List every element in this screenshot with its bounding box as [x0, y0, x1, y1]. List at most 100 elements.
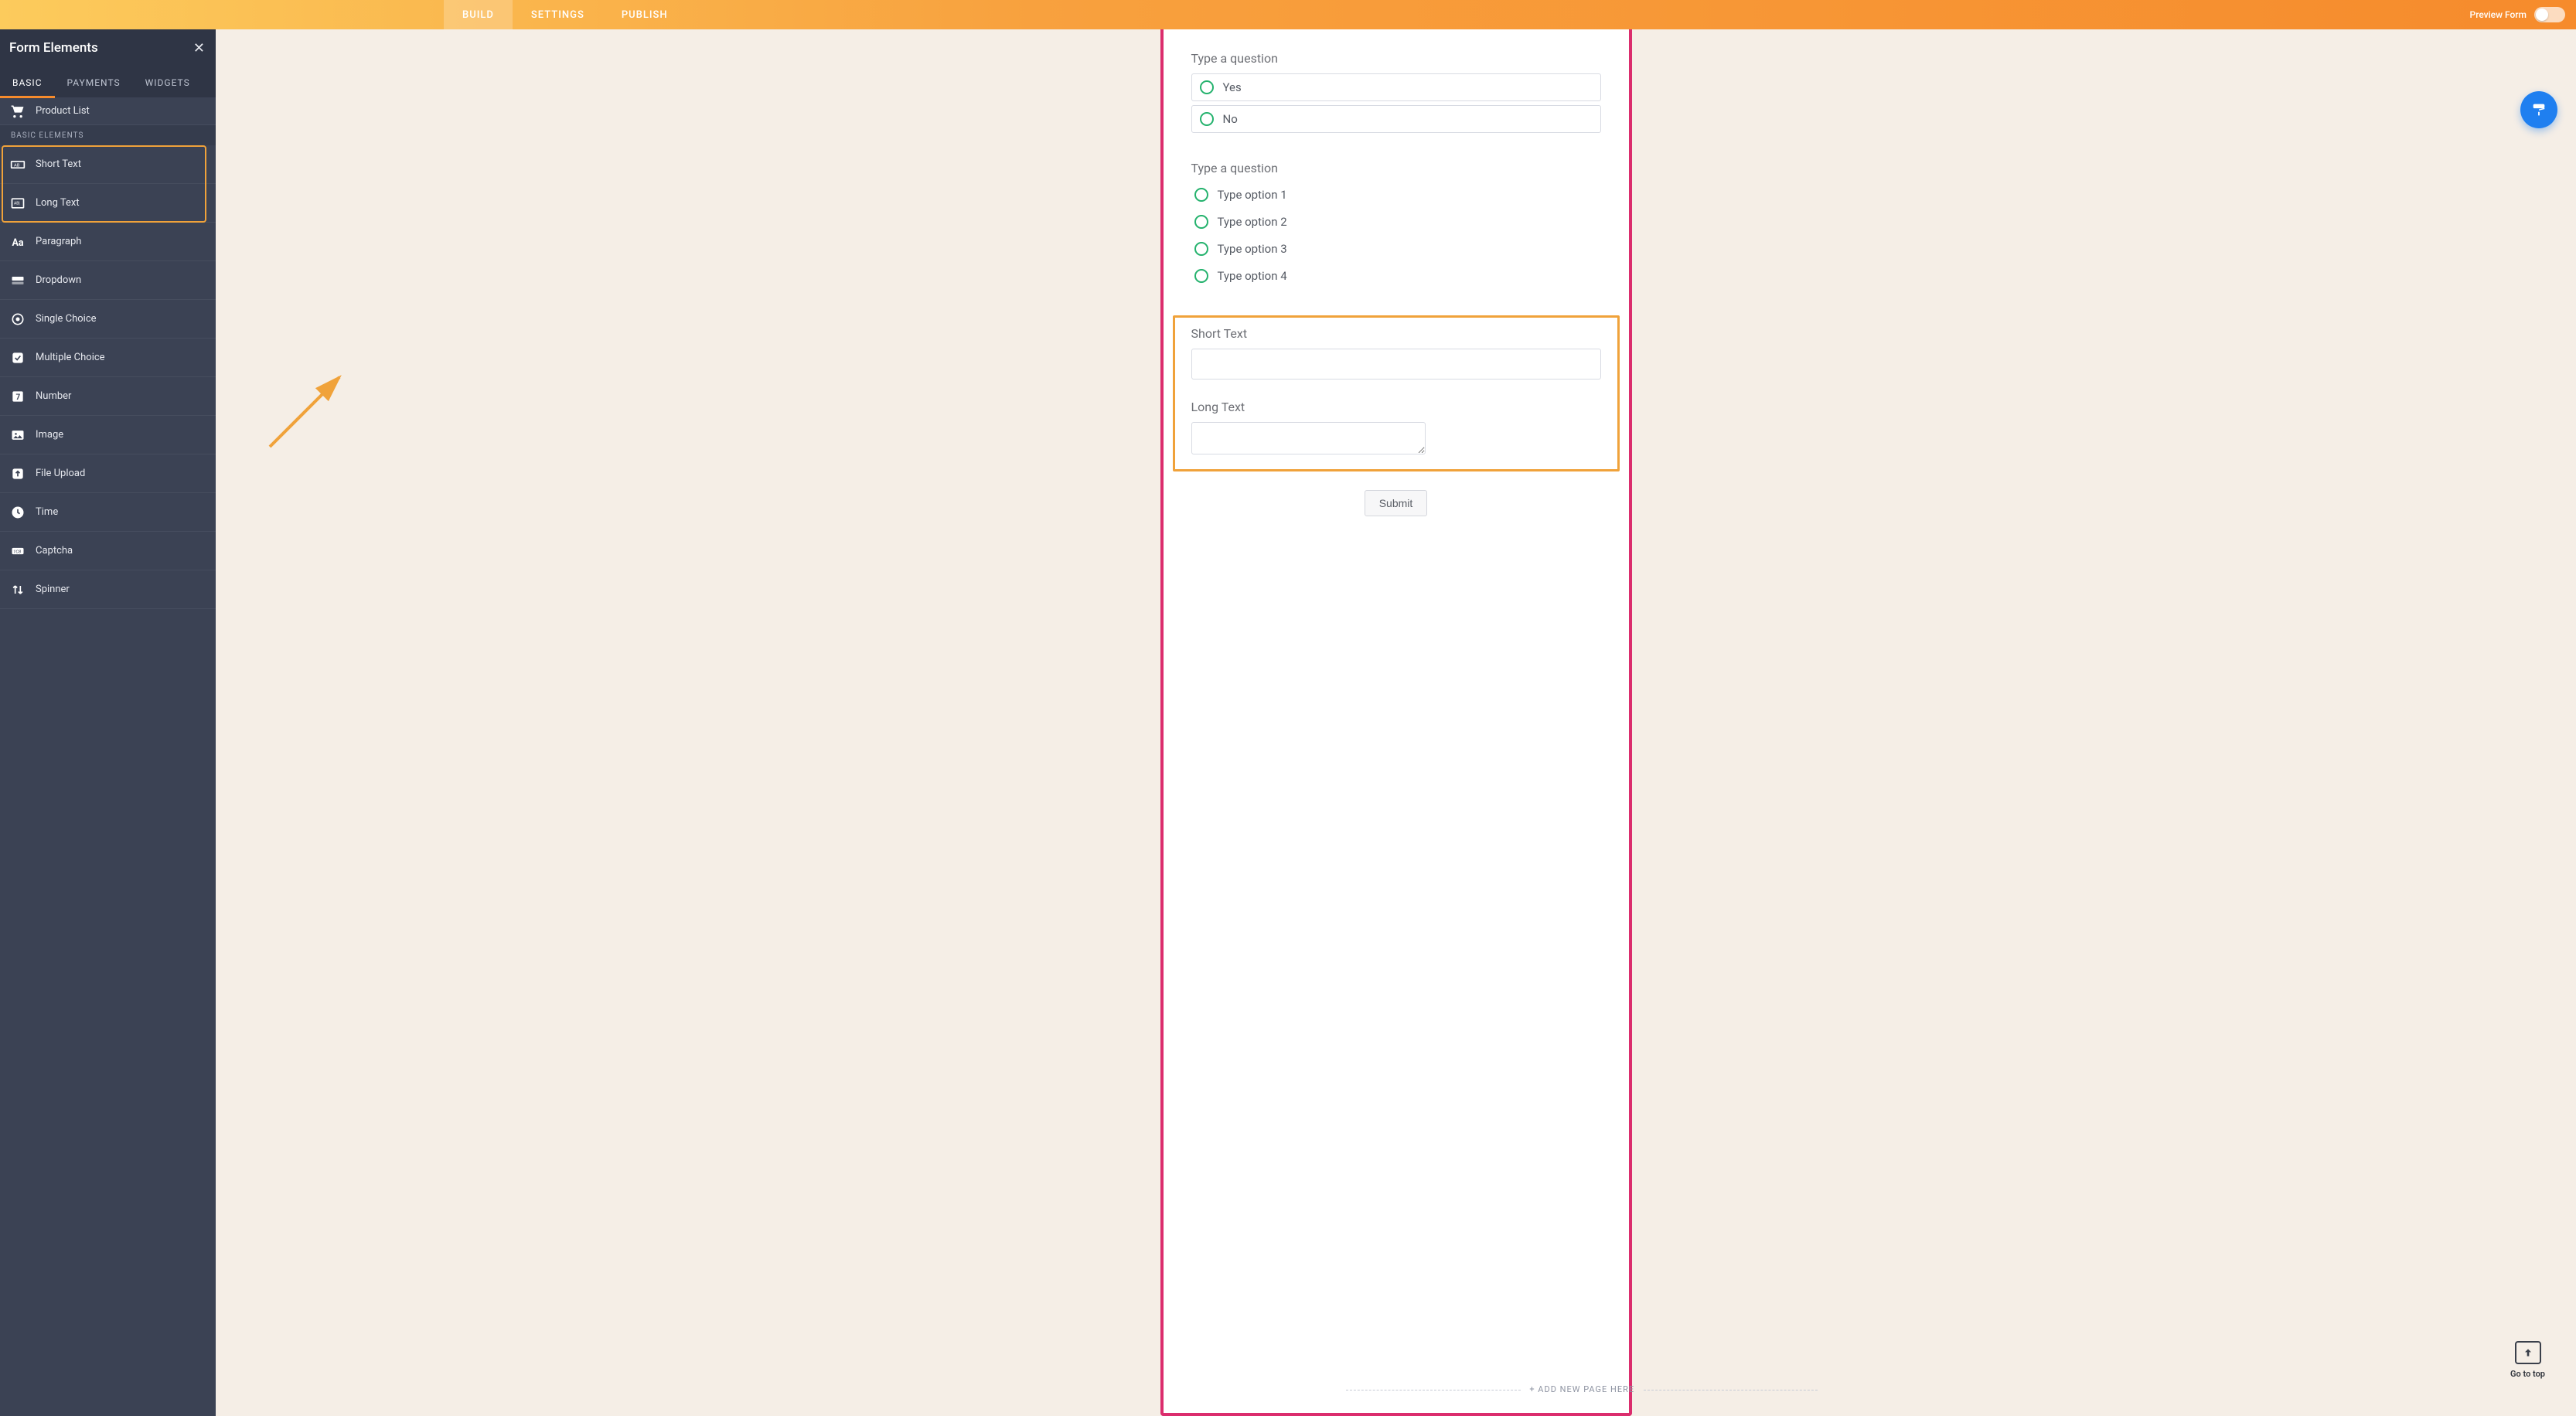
option-row[interactable]: Type option 2 [1191, 210, 1601, 233]
preview-form-label: Preview Form [2470, 9, 2527, 20]
submit-wrap: Submit [1191, 490, 1601, 516]
long-text-input[interactable] [1191, 422, 1426, 454]
sidebar-item-label: Captcha [36, 545, 73, 557]
sidebar-tabs: BASIC PAYMENTS WIDGETS [0, 66, 216, 97]
captcha-icon: 1C8 [0, 543, 36, 559]
radio-icon [1194, 269, 1208, 283]
option-yes[interactable]: Yes [1191, 73, 1601, 101]
sidebar-section-heading: BASIC ELEMENTS [0, 125, 216, 145]
sidebar-item-spinner[interactable]: Spinner [0, 570, 216, 609]
sidebar: Form Elements ✕ BASIC PAYMENTS WIDGETS P… [0, 29, 216, 1416]
submit-button[interactable]: Submit [1365, 490, 1428, 516]
paint-roller-icon [2530, 101, 2547, 118]
dropdown-icon [0, 273, 36, 288]
sidebar-item-label: Multiple Choice [36, 352, 105, 363]
sidebar-item-dropdown[interactable]: Dropdown [0, 261, 216, 300]
question-block-1: Type a question Yes No [1191, 51, 1601, 133]
tab-build[interactable]: BUILD [444, 0, 513, 29]
sidebar-item-label: Number [36, 390, 71, 402]
short-text-block: Short Text [1191, 326, 1601, 380]
single-choice-icon [0, 311, 36, 327]
close-icon[interactable]: ✕ [193, 40, 205, 56]
sidebar-item-multiple-choice[interactable]: Multiple Choice [0, 339, 216, 377]
add-page-label: + ADD NEW PAGE HERE [1529, 1384, 1634, 1394]
option-no[interactable]: No [1191, 105, 1601, 133]
form-canvas[interactable]: Type a question Yes No Type a question T… [216, 29, 2576, 1416]
radio-icon [1200, 112, 1214, 126]
sidebar-item-captcha[interactable]: 1C8 Captcha [0, 532, 216, 570]
option-text: Type option 2 [1218, 215, 1287, 229]
highlighted-fields-group: Short Text Long Text [1191, 315, 1601, 471]
arrow-up-icon [2515, 1341, 2541, 1364]
form-card: Type a question Yes No Type a question T… [1160, 29, 1632, 1416]
option-text: Yes [1223, 80, 1242, 94]
tab-publish[interactable]: PUBLISH [603, 0, 687, 29]
svg-text:AB: AB [14, 163, 20, 168]
option-text: Type option 4 [1218, 269, 1287, 283]
sidebar-item-image[interactable]: Image [0, 416, 216, 454]
sidebar-item-label: Long Text [36, 197, 80, 209]
spinner-icon [0, 582, 36, 597]
sidebar-item-short-text[interactable]: AB Short Text [0, 145, 216, 184]
header-right: Preview Form [2470, 0, 2576, 29]
question-label[interactable]: Type a question [1191, 161, 1601, 175]
go-to-top-label: Go to top [2510, 1369, 2545, 1379]
sidebar-item-label: Time [36, 506, 58, 518]
sidebar-tab-payments[interactable]: PAYMENTS [55, 66, 133, 97]
sidebar-tab-widgets[interactable]: WIDGETS [133, 66, 203, 97]
long-text-icon: AB| [0, 196, 36, 211]
short-text-label[interactable]: Short Text [1191, 326, 1601, 341]
radio-icon [1194, 242, 1208, 256]
sidebar-item-paragraph[interactable]: Aa Paragraph [0, 223, 216, 261]
short-text-icon: AB [0, 157, 36, 172]
form-designer-fab[interactable] [2520, 91, 2557, 128]
option-row[interactable]: Type option 3 [1191, 237, 1601, 260]
sidebar-item-long-text[interactable]: AB| Long Text [0, 184, 216, 223]
long-text-label[interactable]: Long Text [1191, 400, 1601, 414]
toggle-knob [2536, 9, 2548, 21]
file-upload-icon [0, 466, 36, 482]
cart-icon [0, 104, 36, 119]
sidebar-item-label: Short Text [36, 158, 81, 170]
sidebar-item-label: File Upload [36, 468, 85, 479]
option-text: Type option 3 [1218, 242, 1287, 256]
sidebar-item-number[interactable]: 7 Number [0, 377, 216, 416]
question-block-2: Type a question Type option 1 Type optio… [1191, 161, 1601, 288]
app-header: BUILD SETTINGS PUBLISH Preview Form [0, 0, 2576, 29]
go-to-top-button[interactable]: Go to top [2510, 1341, 2545, 1379]
image-icon [0, 427, 36, 443]
sidebar-item-file-upload[interactable]: File Upload [0, 454, 216, 493]
long-text-block: Long Text [1191, 400, 1601, 458]
sidebar-item-label: Spinner [36, 584, 70, 595]
time-icon [0, 505, 36, 520]
multiple-choice-icon [0, 350, 36, 366]
svg-text:AB|: AB| [14, 201, 20, 206]
option-row[interactable]: Type option 1 [1191, 183, 1601, 206]
tab-settings[interactable]: SETTINGS [513, 0, 603, 29]
radio-icon [1200, 80, 1214, 94]
svg-text:1C8: 1C8 [13, 550, 22, 554]
sidebar-element-list[interactable]: Product List BASIC ELEMENTS AB Short Tex… [0, 97, 216, 1416]
sidebar-item-label: Product List [36, 105, 90, 117]
sidebar-item-single-choice[interactable]: Single Choice [0, 300, 216, 339]
sidebar-item-label: Image [36, 429, 63, 441]
question-label[interactable]: Type a question [1191, 51, 1601, 66]
sidebar-item-label: Single Choice [36, 313, 97, 325]
sidebar-item-label: Paragraph [36, 236, 81, 247]
sidebar-tab-basic[interactable]: BASIC [0, 66, 55, 97]
sidebar-header: Form Elements ✕ [0, 29, 216, 66]
sidebar-item-product-list[interactable]: Product List [0, 97, 216, 125]
radio-icon [1194, 188, 1208, 202]
header-tabs: BUILD SETTINGS PUBLISH [444, 0, 687, 29]
option-row[interactable]: Type option 4 [1191, 264, 1601, 288]
radio-icon [1194, 215, 1208, 229]
short-text-input[interactable] [1191, 349, 1601, 380]
sidebar-item-time[interactable]: Time [0, 493, 216, 532]
preview-form-toggle[interactable] [2534, 7, 2565, 22]
number-icon: 7 [0, 389, 36, 404]
option-text: No [1223, 112, 1238, 126]
paragraph-icon: Aa [0, 234, 36, 250]
svg-text:7: 7 [16, 393, 21, 402]
option-text: Type option 1 [1218, 188, 1287, 202]
add-new-page-button[interactable]: + ADD NEW PAGE HERE [1346, 1384, 1818, 1394]
